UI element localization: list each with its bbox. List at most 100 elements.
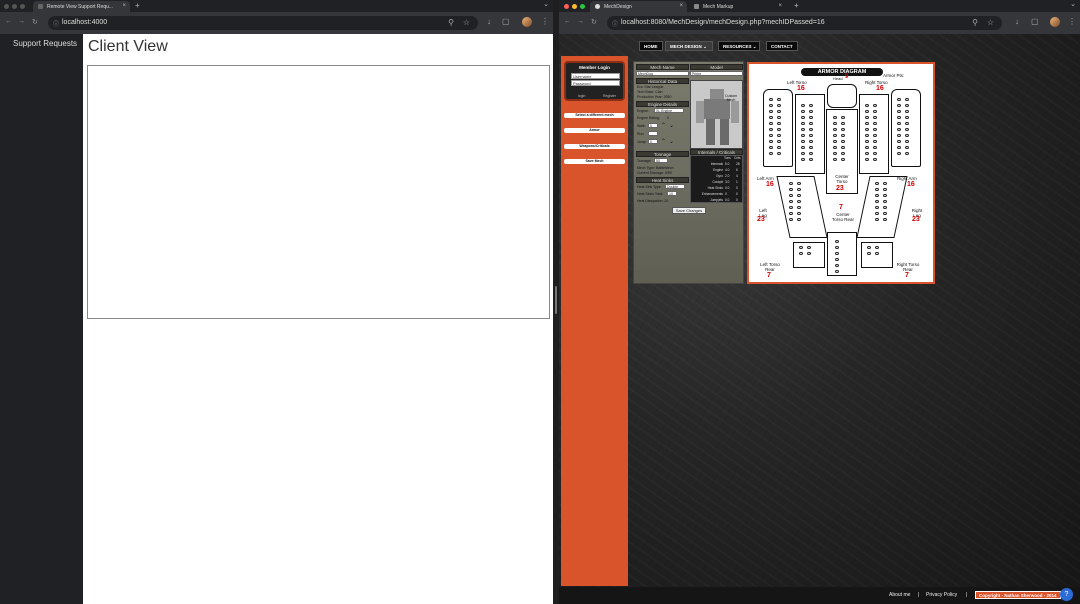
armor-pip[interactable] [769,98,773,101]
armor-pip[interactable] [789,212,793,215]
armor-pip[interactable] [809,152,813,155]
client-view-frame[interactable] [87,65,550,319]
reload-icon[interactable]: ↻ [32,18,38,26]
armor-pip[interactable] [873,110,877,113]
armor-pip[interactable] [809,140,813,143]
nav-home[interactable]: HOME [639,41,663,51]
walk-down-arrow-icon[interactable]: ⌄ [669,122,674,129]
armor-pip[interactable] [801,140,805,143]
armor-pip[interactable] [777,104,781,107]
armor-pip[interactable] [777,116,781,119]
armor-pip[interactable] [809,122,813,125]
armor-pip[interactable] [801,128,805,131]
register-button[interactable]: Register [603,94,616,98]
armor-pip[interactable] [789,218,793,221]
armor-pip[interactable] [865,140,869,143]
armor-pip[interactable] [809,104,813,107]
armor-pip[interactable] [875,206,879,209]
armor-pip[interactable] [809,134,813,137]
armor-pip[interactable] [809,110,813,113]
armor-pip[interactable] [883,212,887,215]
armor-pip[interactable] [875,194,879,197]
armor-pip[interactable] [789,194,793,197]
jump-down-arrow-icon[interactable]: ⌄ [669,138,674,145]
armor-pip[interactable] [897,140,901,143]
armor-pip[interactable] [769,110,773,113]
armor-pip[interactable] [809,128,813,131]
armor-pip[interactable] [809,158,813,161]
chevron-down-icon[interactable]: ⌄ [543,0,549,8]
armor-pip[interactable] [905,98,909,101]
armor-pip[interactable] [777,152,781,155]
save-changes-button[interactable]: Save Changes [672,207,706,214]
zoom-icon[interactable]: ⚲ [972,18,978,27]
armor-pip[interactable] [905,122,909,125]
center-torso-rear-part[interactable] [827,232,857,276]
bookmark-star-icon[interactable]: ☆ [987,18,994,27]
armor-pip[interactable] [801,146,805,149]
armor-pip[interactable] [835,246,839,249]
armor-pip[interactable] [799,246,803,249]
model-input[interactable]: Prime [690,71,743,76]
jump-input[interactable]: 0 [648,139,658,144]
armor-pip[interactable] [789,182,793,185]
armor-pip[interactable] [865,158,869,161]
armor-pip[interactable] [801,152,805,155]
armor-pip[interactable] [883,188,887,191]
armor-pip[interactable] [777,122,781,125]
armor-pip[interactable] [769,122,773,125]
armor-pip[interactable] [841,134,845,137]
armor-pip[interactable] [833,140,837,143]
armor-pip[interactable] [905,134,909,137]
armor-pip[interactable] [867,246,871,249]
armor-pip[interactable] [873,104,877,107]
armor-pip[interactable] [789,206,793,209]
armor-pip[interactable] [777,110,781,113]
armor-pip[interactable] [865,110,869,113]
reload-icon[interactable]: ↻ [591,18,597,26]
privacy-policy-link[interactable]: Privacy Policy [926,592,957,598]
login-button[interactable]: login [578,94,585,98]
armor-pip[interactable] [873,122,877,125]
profile-avatar[interactable] [522,17,532,27]
armor-pip[interactable] [905,110,909,113]
armor-pip[interactable] [769,134,773,137]
armor-pip[interactable] [873,158,877,161]
armor-pip[interactable] [873,134,877,137]
armor-pip[interactable] [789,188,793,191]
armor-pip[interactable] [883,200,887,203]
armor-pip[interactable] [841,122,845,125]
mech-name-input[interactable]: MechDog [636,71,689,76]
armor-pip[interactable] [799,252,803,255]
armor-pip[interactable] [769,140,773,143]
back-icon[interactable]: ← [564,18,571,25]
armor-pip[interactable] [897,116,901,119]
weapons-criticals-button[interactable]: Weapons/Criticals [564,144,625,149]
armor-pip[interactable] [833,152,837,155]
armor-pip[interactable] [883,182,887,185]
head-part[interactable] [827,84,857,108]
armor-pip[interactable] [865,128,869,131]
nav-resources[interactable]: RESOURCES ⌄ [718,41,760,51]
armor-pip[interactable] [897,104,901,107]
armor-pip[interactable] [777,140,781,143]
armor-pip[interactable] [777,134,781,137]
armor-pip[interactable] [883,194,887,197]
armor-pip[interactable] [875,218,879,221]
heat-sinks-total-input[interactable]: 10 [667,191,677,196]
armor-pip[interactable] [873,146,877,149]
save-mech-button[interactable]: Save Mech [564,159,625,164]
bookmark-star-icon[interactable]: ☆ [463,18,470,27]
armor-pip[interactable] [905,146,909,149]
armor-pip[interactable] [841,146,845,149]
zoom-icon[interactable]: ⚲ [448,18,454,27]
new-tab-icon[interactable]: + [135,1,140,10]
puzzle-icon[interactable]: ▢ [502,17,510,26]
armor-pip[interactable] [875,200,879,203]
armor-pip[interactable] [801,158,805,161]
armor-pip[interactable] [801,104,805,107]
tonnage-select[interactable]: 50 [654,158,668,163]
armor-pip[interactable] [777,128,781,131]
armor-pip[interactable] [835,240,839,243]
armor-pip[interactable] [897,110,901,113]
